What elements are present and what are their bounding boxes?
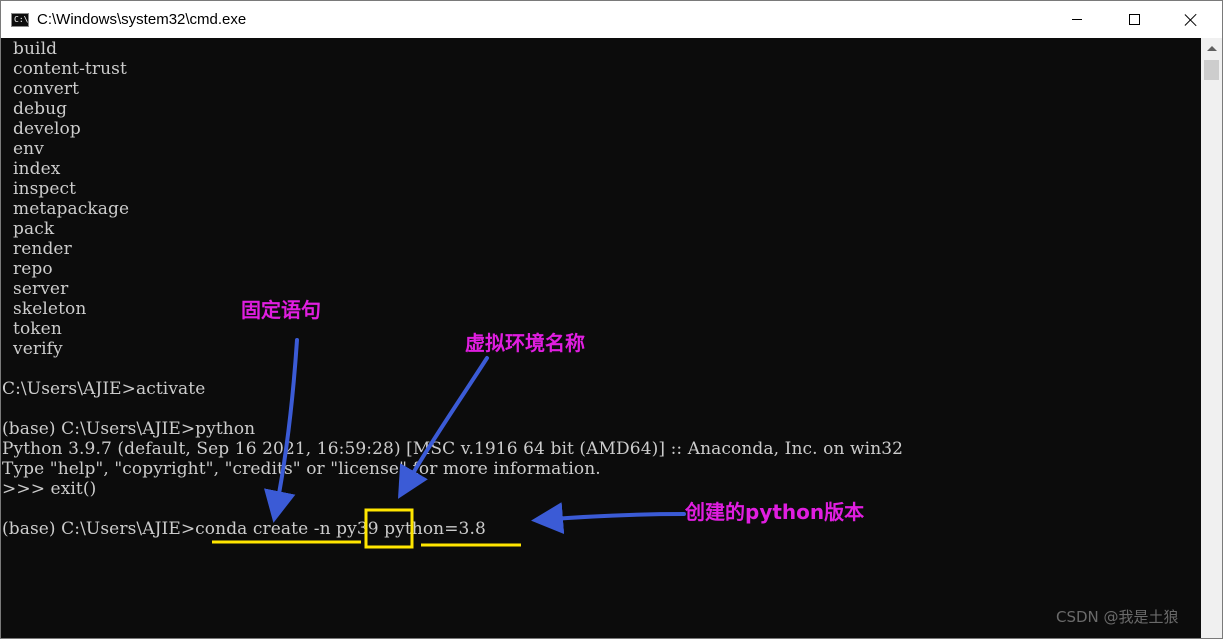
console-line: (base) C:\Users\AJIE>python xyxy=(2,419,256,439)
console-line: C:\Users\AJIE>activate xyxy=(2,379,206,399)
close-icon xyxy=(1184,13,1198,27)
console-line: Python 3.9.7 (default, Sep 16 2021, 16:5… xyxy=(2,439,904,459)
csdn-watermark: CSDN @我是土狼 xyxy=(1056,608,1179,626)
env-name-label: 虚拟环境名称 xyxy=(465,331,585,355)
console-line: Type "help", "copyright", "credits" or "… xyxy=(2,459,601,479)
console-line: develop xyxy=(2,119,81,139)
console-line: content-trust xyxy=(2,59,127,79)
chevron-up-icon xyxy=(1206,45,1217,51)
maximize-icon xyxy=(1128,14,1140,25)
cmd-window: C:\. C:\Windows\system32\cmd.exe build c… xyxy=(0,0,1223,639)
console-line: repo xyxy=(2,259,53,279)
python-version-label: 创建的python版本 xyxy=(685,500,865,524)
console-line: debug xyxy=(2,99,68,119)
close-button[interactable] xyxy=(1168,1,1214,38)
console-line: >>> exit() xyxy=(2,479,97,499)
console-line: env xyxy=(2,139,44,159)
console-line: skeleton xyxy=(2,299,87,319)
scroll-thumb[interactable] xyxy=(1204,60,1219,80)
console-line: (base) C:\Users\AJIE>conda create -n py3… xyxy=(2,519,486,539)
fixed-statement-label: 固定语句 xyxy=(241,298,321,322)
minimize-icon xyxy=(1072,19,1082,20)
scroll-up-button[interactable] xyxy=(1201,38,1222,58)
console-line: metapackage xyxy=(2,199,130,219)
console-output[interactable]: build content-trust convert debug develo… xyxy=(1,38,1201,638)
maximize-button[interactable] xyxy=(1111,1,1157,38)
console-line: render xyxy=(2,239,72,259)
console-line: verify xyxy=(2,339,63,359)
console-line: token xyxy=(2,319,62,339)
console-line: index xyxy=(2,159,61,179)
console-line: convert xyxy=(2,79,80,99)
title-bar[interactable]: C:\. C:\Windows\system32\cmd.exe xyxy=(1,1,1222,38)
vertical-scrollbar[interactable] xyxy=(1201,38,1222,638)
cmd-icon-glyph: C:\. xyxy=(14,15,34,24)
window-title: C:\Windows\system32\cmd.exe xyxy=(37,11,247,28)
cmd-icon[interactable]: C:\. xyxy=(11,13,33,27)
console-line: pack xyxy=(2,219,55,239)
console-line: inspect xyxy=(2,179,77,199)
minimize-button[interactable] xyxy=(1054,1,1100,38)
console-line: build xyxy=(2,39,58,59)
console-line: server xyxy=(2,279,69,299)
